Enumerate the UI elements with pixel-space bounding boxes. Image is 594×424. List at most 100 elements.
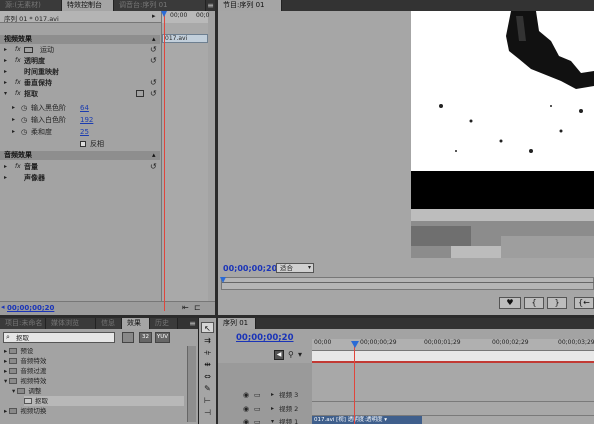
tab-sequence[interactable]: 序列 01 xyxy=(218,318,256,329)
rolling-edit-tool-icon[interactable]: ⇹ xyxy=(201,359,214,370)
collapse-icon[interactable]: ▴ xyxy=(152,35,156,44)
reset-icon[interactable]: ↺ xyxy=(150,89,157,99)
tab-audio-mixer[interactable]: 调音台:序列 01 xyxy=(114,0,206,11)
scrollbar[interactable] xyxy=(187,346,196,422)
scrub-playhead-icon[interactable] xyxy=(220,277,226,283)
reset-icon[interactable]: ↺ xyxy=(150,78,157,88)
accelerated-effects-icon[interactable] xyxy=(122,332,134,343)
expand-triangle-icon[interactable]: ▸ xyxy=(4,67,7,77)
track-select-tool-icon[interactable]: ⇉ xyxy=(201,335,214,346)
timeline-timecode[interactable]: 00;00;00;20 xyxy=(236,333,294,343)
fx-icon[interactable]: fx xyxy=(15,78,21,88)
selection-tool-icon[interactable]: ↖ xyxy=(201,322,214,333)
effect-settings-icon[interactable] xyxy=(136,90,144,97)
timeline-playhead-icon[interactable] xyxy=(351,341,359,348)
expand-arrow-icon[interactable]: ▸ xyxy=(152,12,156,20)
panel-menu-icon[interactable]: ≡ xyxy=(188,319,197,328)
collapse-triangle-icon[interactable]: ▾ xyxy=(271,416,274,424)
param-value[interactable]: 192 xyxy=(80,115,93,125)
tab-effect-controls[interactable]: 特效控制台 xyxy=(62,0,114,11)
reset-icon[interactable]: ↺ xyxy=(150,45,157,55)
go-to-in-button[interactable]: {← xyxy=(574,297,594,309)
expand-triangle-icon[interactable]: ▸ xyxy=(12,127,15,137)
scrub-bar[interactable] xyxy=(221,277,594,290)
program-timecode[interactable]: 00;00;00;20 xyxy=(223,264,277,273)
param-value[interactable]: 64 xyxy=(80,103,89,113)
list-item-key-effect[interactable]: 抠取 xyxy=(24,396,184,406)
slide-tool-icon[interactable]: ⊣ xyxy=(201,407,214,418)
stopwatch-icon[interactable]: ◷ xyxy=(21,103,27,113)
timeline-playhead-line[interactable] xyxy=(354,341,355,424)
razor-tool-icon[interactable]: ✎ xyxy=(201,383,214,394)
ripple-edit-tool-icon[interactable]: ⟛ xyxy=(201,347,214,358)
expand-triangle-icon[interactable]: ▸ xyxy=(4,56,7,66)
32bit-badge[interactable]: 32 xyxy=(139,332,152,343)
mini-ruler[interactable]: 00;00 00;0 xyxy=(162,11,209,23)
list-item-audio-transitions[interactable]: ▸ 音频过渡 xyxy=(4,366,46,376)
expand-triangle-icon[interactable]: ▸ xyxy=(12,115,15,125)
mark-out-button[interactable]: } xyxy=(547,297,567,309)
tab-project[interactable]: 项目:未命名 xyxy=(0,318,46,329)
stopwatch-icon[interactable]: ◷ xyxy=(21,127,27,137)
playhead-line[interactable] xyxy=(164,11,165,311)
tab-program[interactable]: 节目:序列 01 xyxy=(218,0,282,11)
add-marker-icon[interactable]: ▾ xyxy=(298,350,302,359)
add-marker-button[interactable]: ♥ xyxy=(499,297,521,309)
list-item-adjust[interactable]: ▾ 调整 xyxy=(12,386,41,396)
list-item-video-effects[interactable]: ▾ 视频特效 xyxy=(4,376,46,386)
zoom-in-icon[interactable]: ⊏ xyxy=(194,303,201,312)
tab-source[interactable]: 源:(无素材) xyxy=(0,0,62,11)
fx-icon[interactable]: fx xyxy=(15,56,21,66)
eye-icon[interactable]: ◉ xyxy=(243,416,249,424)
tab-info[interactable]: 信息 xyxy=(96,318,122,329)
rate-stretch-tool-icon[interactable]: ⇔ xyxy=(201,371,214,382)
effect-row-key[interactable]: ▾ fx 抠取 ↺ xyxy=(0,89,160,99)
expand-triangle-icon[interactable]: ▸ xyxy=(12,103,15,113)
expand-triangle-icon[interactable]: ▸ xyxy=(4,78,7,88)
expand-triangle-icon[interactable]: ▸ xyxy=(4,162,7,172)
yuv-badge[interactable]: YUV xyxy=(155,332,170,343)
expand-triangle-icon[interactable]: ▸ xyxy=(4,173,7,183)
mark-in-button[interactable]: { xyxy=(524,297,544,309)
video-frame[interactable] xyxy=(411,11,594,258)
lock-icon[interactable]: ▭ xyxy=(254,403,261,415)
track-header-video2[interactable]: ◉ ▭ ▸ 视频 2 xyxy=(221,403,312,415)
stopwatch-icon[interactable]: ◷ xyxy=(21,115,27,125)
expand-triangle-icon[interactable]: ▸ xyxy=(271,403,274,415)
reset-icon[interactable]: ↺ xyxy=(150,162,157,172)
eye-icon[interactable]: ◉ xyxy=(243,389,249,401)
fx-icon[interactable]: fx xyxy=(15,162,21,172)
effect-row-volume[interactable]: ▸ fx 音量 ↺ xyxy=(0,162,160,172)
clip-bar-fill[interactable]: 017.avi xyxy=(162,34,208,43)
reset-icon[interactable]: ↺ xyxy=(150,56,157,66)
expand-triangle-icon[interactable]: ▸ xyxy=(271,389,274,401)
expand-triangle-icon[interactable]: ▸ xyxy=(4,45,7,55)
list-item-audio-effects[interactable]: ▸ 音频特效 xyxy=(4,356,46,366)
collapse-triangle-icon[interactable]: ▾ xyxy=(4,89,7,99)
fx-icon[interactable]: fx xyxy=(15,89,21,99)
tab-history[interactable]: 历史 xyxy=(150,318,178,329)
invert-checkbox[interactable] xyxy=(80,141,86,147)
list-item-video-transitions[interactable]: ▸ 视频切换 xyxy=(4,406,46,416)
effect-row-motion[interactable]: ▸ fx 运动 ↺ xyxy=(0,45,160,55)
param-value[interactable]: 25 xyxy=(80,127,89,137)
clip-017[interactable]: 017.avi [视] 透明度:透明度 ▾ xyxy=(312,416,422,424)
effect-row-vertical-hold[interactable]: ▸ fx 垂直保持 ↺ xyxy=(0,78,160,88)
transform-icon[interactable] xyxy=(24,47,33,53)
effect-controls-timecode[interactable]: 00;00;00;20 xyxy=(7,304,54,312)
playhead-marker-icon[interactable] xyxy=(161,11,167,17)
collapse-icon[interactable]: ▴ xyxy=(152,151,156,160)
fit-select[interactable]: 适合 ▾ xyxy=(276,263,314,273)
track-header-video3[interactable]: ◉ ▭ ▸ 视频 3 xyxy=(221,389,312,401)
snap-icon[interactable]: ◀ xyxy=(274,350,284,360)
effect-row-opacity[interactable]: ▸ fx 透明度 ↺ xyxy=(0,56,160,66)
keyframe-area[interactable] xyxy=(162,23,208,305)
fx-icon[interactable]: fx xyxy=(15,45,21,55)
zoom-out-icon[interactable]: ⇤ xyxy=(182,303,189,312)
linked-selection-icon[interactable]: ⚲ xyxy=(288,350,294,359)
eye-icon[interactable]: ◉ xyxy=(243,403,249,415)
slip-tool-icon[interactable]: ⊢ xyxy=(201,395,214,406)
lock-icon[interactable]: ▭ xyxy=(254,416,261,424)
tab-media-browser[interactable]: 媒体浏览 xyxy=(46,318,96,329)
search-input[interactable]: ⌕ 抠取 xyxy=(3,332,115,343)
